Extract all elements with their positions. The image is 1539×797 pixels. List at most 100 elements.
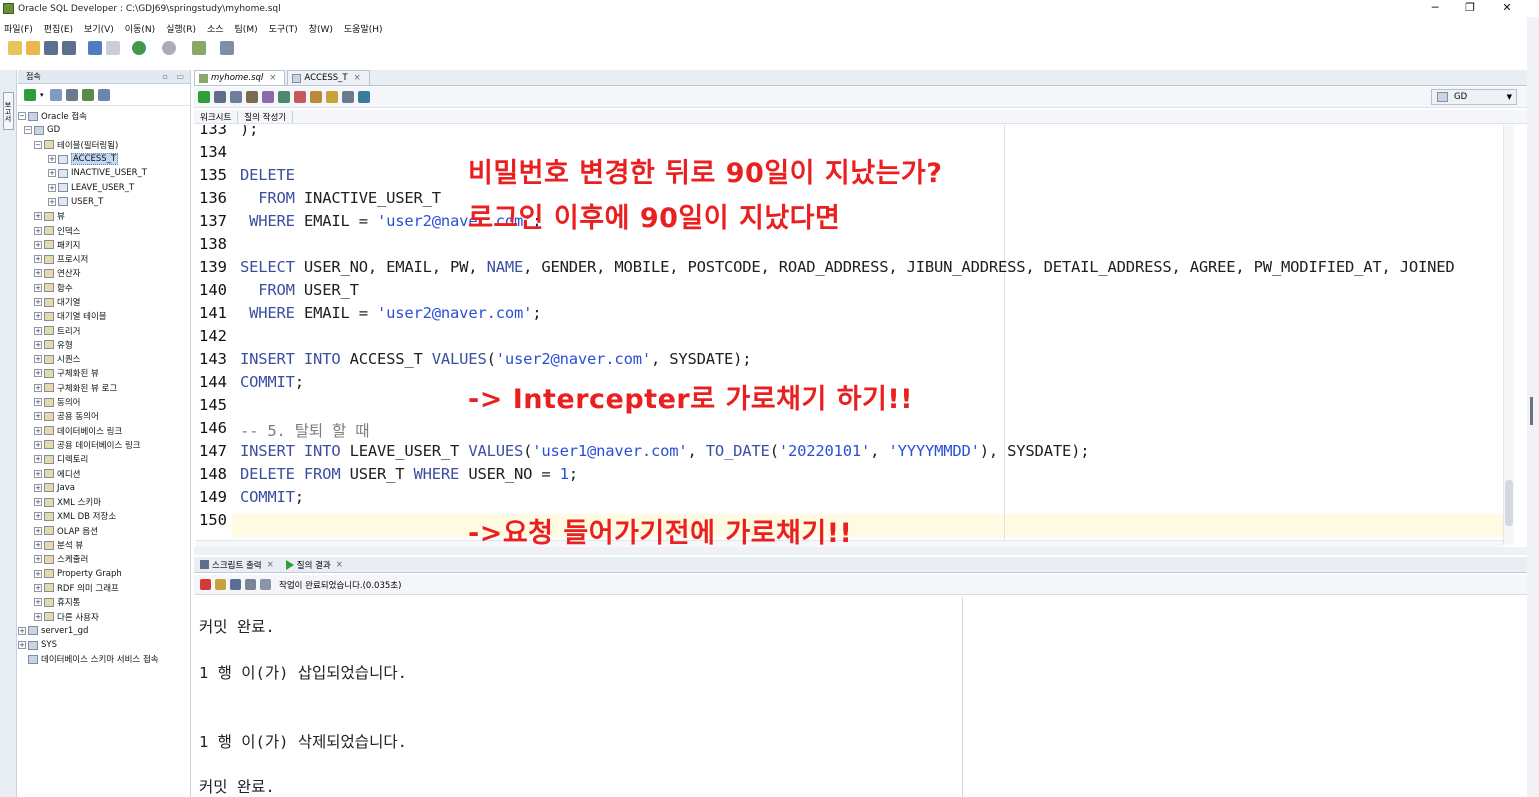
editor-output-splitter[interactable] xyxy=(194,547,1527,555)
expand-icon[interactable]: + xyxy=(34,212,42,221)
expand-icon[interactable]: + xyxy=(48,155,56,164)
tree-item[interactable]: + 구체화된 뷰 xyxy=(18,366,190,380)
close-button[interactable]: ✕ xyxy=(1490,0,1524,17)
expand-icon[interactable]: + xyxy=(34,469,42,478)
collapse-icon[interactable]: − xyxy=(18,112,26,121)
new-file-icon[interactable] xyxy=(8,41,22,55)
expand-icon[interactable]: + xyxy=(34,298,42,306)
expand-icon[interactable]: + xyxy=(34,598,42,607)
expand-icon[interactable]: + xyxy=(34,612,42,621)
add-connection-icon[interactable] xyxy=(24,88,36,101)
collapse-icon[interactable] xyxy=(97,88,110,101)
tree-item[interactable]: + 연산자 xyxy=(18,266,190,280)
tab-worksheet[interactable]: 워크시트 xyxy=(194,110,239,123)
forward-icon[interactable] xyxy=(162,41,176,55)
expand-icon[interactable]: + xyxy=(34,383,42,392)
chevron-down-icon[interactable]: ▾ xyxy=(40,91,44,99)
menu-navigate[interactable]: 이동(N) xyxy=(125,22,155,35)
menu-source[interactable]: 소스 xyxy=(207,22,224,35)
expand-icon[interactable]: + xyxy=(18,641,26,650)
clear-icon[interactable] xyxy=(294,91,306,103)
tree-item[interactable]: + LEAVE_USER_T xyxy=(18,180,190,194)
expand-icon[interactable]: + xyxy=(34,555,42,564)
tree-item[interactable]: + 대기열 xyxy=(18,295,190,309)
sql-history-icon[interactable] xyxy=(310,91,322,103)
rollback-icon[interactable] xyxy=(246,91,258,103)
close-tab-icon[interactable]: × xyxy=(269,71,276,85)
tree-item[interactable]: + 구체화된 뷰 로그 xyxy=(18,381,190,395)
expand-icon[interactable]: + xyxy=(34,541,42,550)
menu-run[interactable]: 실행(R) xyxy=(166,22,196,35)
tree-item[interactable]: + 스케줄러 xyxy=(18,552,190,566)
tree-item[interactable]: + 휴지통 xyxy=(18,595,190,609)
collapse-icon[interactable]: − xyxy=(24,126,32,135)
maximize-button[interactable]: ❐ xyxy=(1453,0,1487,17)
tree-item[interactable]: + 분석 뷰 xyxy=(18,538,190,552)
tree-item[interactable]: − Oracle 접속 xyxy=(18,109,190,123)
save-icon[interactable] xyxy=(230,579,241,590)
autotrace-icon[interactable] xyxy=(278,91,290,103)
expand-icon[interactable]: + xyxy=(34,512,42,521)
expand-icon[interactable]: + xyxy=(48,197,56,206)
tree-item[interactable]: + 시퀀스 xyxy=(18,352,190,366)
tab-query-result[interactable]: 질의 결과 × xyxy=(280,559,349,571)
tree-item[interactable]: + 트리거 xyxy=(18,323,190,337)
tree-item[interactable]: + 다른 사용자 xyxy=(18,609,190,623)
tree-item[interactable]: + RDF 의미 그래프 xyxy=(18,581,190,595)
open-folder-icon[interactable] xyxy=(26,41,40,55)
run-statement-icon[interactable] xyxy=(198,91,210,103)
tree-item[interactable]: + 패키지 xyxy=(18,238,190,252)
tab-access-t[interactable]: ACCESS_T × xyxy=(287,70,370,85)
minimize-button[interactable]: ─ xyxy=(1418,0,1452,17)
expand-icon[interactable]: + xyxy=(34,255,42,264)
tree-item[interactable]: − 테이블(필터링됨) xyxy=(18,138,190,152)
run-script-icon[interactable] xyxy=(214,91,226,103)
undo-icon[interactable] xyxy=(88,41,102,55)
expand-icon[interactable]: + xyxy=(48,183,56,192)
menu-team[interactable]: 팀(M) xyxy=(235,22,258,35)
close-tab-icon[interactable]: × xyxy=(267,560,274,570)
expand-icon[interactable]: + xyxy=(34,569,42,578)
tree-item[interactable]: + 인덱스 xyxy=(18,223,190,237)
tree-item[interactable]: + 함수 xyxy=(18,281,190,295)
eraser-icon[interactable] xyxy=(215,579,226,590)
filter-icon[interactable] xyxy=(65,88,78,101)
tree-item[interactable]: + SYS xyxy=(18,638,190,652)
tree-item[interactable]: + Java xyxy=(18,481,190,495)
tree-item[interactable]: + 데이터베이스 링크 xyxy=(18,424,190,438)
expand-icon[interactable]: + xyxy=(34,498,42,507)
menu-file[interactable]: 파일(F) xyxy=(4,22,33,35)
tree-item[interactable]: + server1_gd xyxy=(18,624,190,638)
expand-icon[interactable]: + xyxy=(34,440,42,449)
script-output-area[interactable]: 커밋 완료. 1 행 이(가) 삽입되었습니다. 1 행 이(가) 삭제되었습니… xyxy=(194,597,1527,797)
expand-icon[interactable]: + xyxy=(34,226,42,235)
binoculars-icon[interactable] xyxy=(220,41,234,55)
tree-item[interactable]: + OLAP 옵션 xyxy=(18,524,190,538)
tree-item[interactable]: + 유형 xyxy=(18,338,190,352)
scrollbar-thumb[interactable] xyxy=(1505,480,1513,526)
expand-icon[interactable]: + xyxy=(34,312,42,321)
expand-icon[interactable]: + xyxy=(34,455,42,464)
sql-worksheet-icon[interactable] xyxy=(192,41,206,55)
panel-minimize-icon[interactable]: ▫ xyxy=(163,70,168,83)
tree-item[interactable]: + XML DB 저장소 xyxy=(18,509,190,523)
expand-icon[interactable]: + xyxy=(48,169,56,178)
tree-item[interactable]: − GD xyxy=(18,123,190,137)
tuning-icon[interactable] xyxy=(358,91,370,103)
expand-icon[interactable]: + xyxy=(18,626,26,635)
expand-icon[interactable]: + xyxy=(34,355,42,364)
tree-item[interactable]: + 에디션 xyxy=(18,466,190,480)
expand-icon[interactable]: + xyxy=(34,283,42,292)
tree-item[interactable]: + INACTIVE_USER_T xyxy=(18,166,190,180)
save-icon[interactable] xyxy=(44,41,58,55)
expand-icon[interactable]: + xyxy=(34,412,42,421)
collapse-icon[interactable]: − xyxy=(34,140,42,149)
explain-plan-icon[interactable] xyxy=(262,91,274,103)
tree-item[interactable]: + 공용 데이터베이스 링크 xyxy=(18,438,190,452)
tab-myhome-sql[interactable]: myhome.sql × xyxy=(194,70,286,85)
menu-edit[interactable]: 편집(E) xyxy=(44,22,73,35)
expand-icon[interactable]: + xyxy=(34,483,42,492)
reports-side-tab[interactable]: 보고서 xyxy=(3,92,14,130)
print-icon[interactable] xyxy=(245,579,256,590)
menu-view[interactable]: 보기(V) xyxy=(84,22,114,35)
